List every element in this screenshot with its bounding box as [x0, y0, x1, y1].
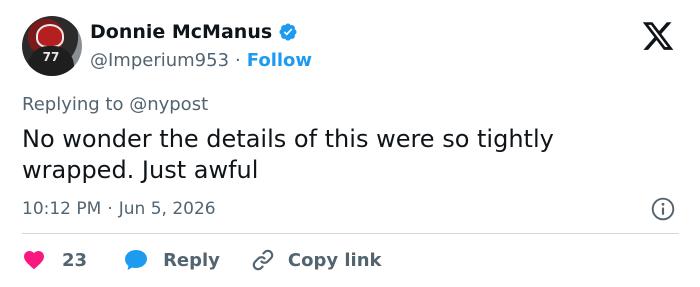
- copy-link-button[interactable]: Copy link: [250, 247, 382, 273]
- avatar-helmet: [36, 24, 64, 48]
- reply-label: Reply: [163, 249, 220, 271]
- tweet-time: 10:12 PM: [22, 199, 102, 219]
- reply-button[interactable]: Reply: [123, 248, 220, 272]
- follow-button[interactable]: Follow: [247, 50, 312, 71]
- divider: [22, 233, 679, 234]
- tweet-card: 77 Donnie McManus @Imperium953 · Follow …: [0, 0, 700, 287]
- link-icon: [252, 249, 274, 271]
- replying-to[interactable]: Replying to @nypost: [22, 94, 208, 115]
- avatar-jersey-number: 77: [28, 46, 74, 76]
- author-handle[interactable]: @Imperium953: [90, 50, 229, 71]
- author-name-row: Donnie McManus: [90, 19, 298, 45]
- info-icon[interactable]: [650, 196, 676, 222]
- x-logo-icon[interactable]: [639, 19, 677, 53]
- tweet-date: Jun 5, 2026: [118, 199, 216, 219]
- avatar[interactable]: 77: [22, 16, 82, 76]
- timestamp-separator: ·: [107, 199, 113, 219]
- like-button[interactable]: 23: [22, 248, 87, 272]
- verified-badge-icon: [279, 23, 297, 41]
- reply-bubble-icon: [125, 250, 148, 270]
- heart-icon: [24, 251, 44, 270]
- author-handle-row: @Imperium953 · Follow: [90, 48, 312, 72]
- tweet-text: No wonder the details of this were so ti…: [22, 125, 554, 184]
- tweet-timestamp[interactable]: 10:12 PM · Jun 5, 2026: [22, 198, 216, 220]
- author-display-name[interactable]: Donnie McManus: [90, 21, 272, 43]
- like-count: 23: [62, 249, 88, 271]
- handle-separator: ·: [235, 49, 241, 71]
- copy-link-label: Copy link: [287, 249, 382, 271]
- action-bar: 23 Reply Copy link: [22, 246, 382, 274]
